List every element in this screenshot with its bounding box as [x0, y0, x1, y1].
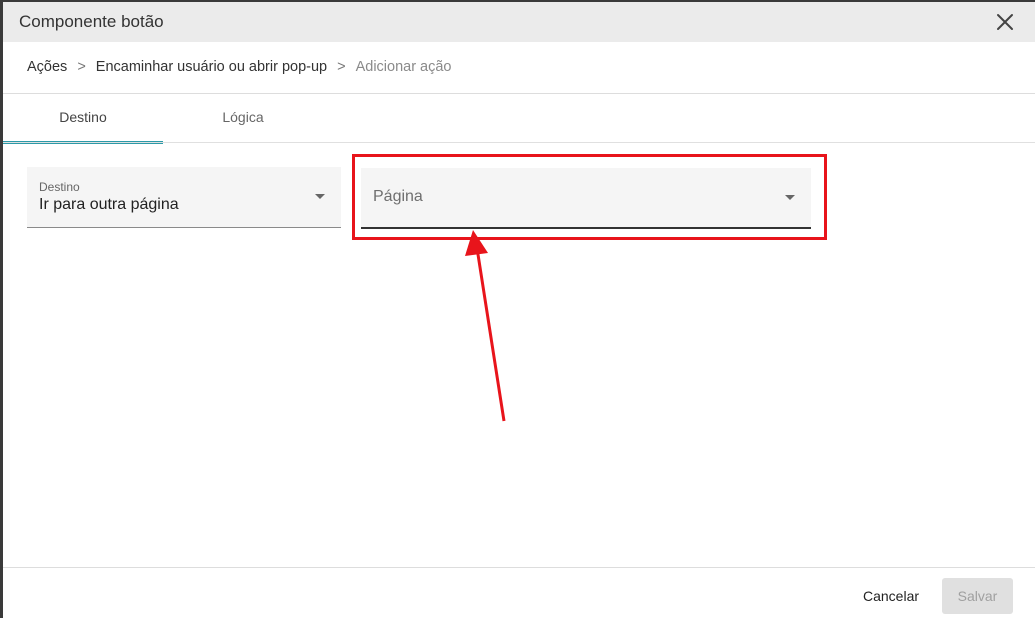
cancel-button[interactable]: Cancelar: [853, 578, 929, 614]
tab-label: Destino: [59, 109, 107, 125]
dialog-title-bar: Componente botão: [3, 2, 1035, 42]
destino-select[interactable]: Destino Ir para outra página: [27, 167, 341, 228]
pagina-select[interactable]: Página: [361, 168, 811, 229]
dropdown-arrow-icon: [315, 194, 325, 199]
page-backdrop: Componente botão Ações > Encaminhar usuá…: [0, 0, 1035, 618]
divider: [3, 142, 1035, 143]
dropdown-arrow-icon: [785, 195, 795, 200]
destino-select-label: Destino: [39, 180, 80, 194]
save-button[interactable]: Salvar: [942, 578, 1013, 614]
breadcrumb-item-current: Adicionar ação: [355, 59, 452, 75]
dialog-title: Componente botão: [19, 12, 164, 31]
breadcrumb: Ações > Encaminhar usuário ou abrir pop-…: [27, 59, 452, 75]
pagina-select-placeholder: Página: [373, 188, 423, 205]
tab-logica[interactable]: Lógica: [163, 94, 323, 142]
destino-select-value: Ir para outra página: [39, 196, 179, 213]
breadcrumb-item-encaminhar[interactable]: Encaminhar usuário ou abrir pop-up: [96, 59, 327, 75]
breadcrumb-separator: >: [337, 59, 346, 75]
button-component-dialog: Componente botão Ações > Encaminhar usuá…: [3, 2, 1035, 618]
close-icon: [997, 14, 1013, 30]
divider: [3, 567, 1035, 568]
close-button[interactable]: [993, 10, 1017, 34]
tab-label: Lógica: [222, 109, 264, 125]
breadcrumb-separator: >: [77, 59, 86, 75]
breadcrumb-item-acoes[interactable]: Ações: [27, 59, 67, 75]
tab-bar: Destino Lógica: [3, 94, 1035, 144]
tab-destino[interactable]: Destino: [3, 94, 163, 144]
